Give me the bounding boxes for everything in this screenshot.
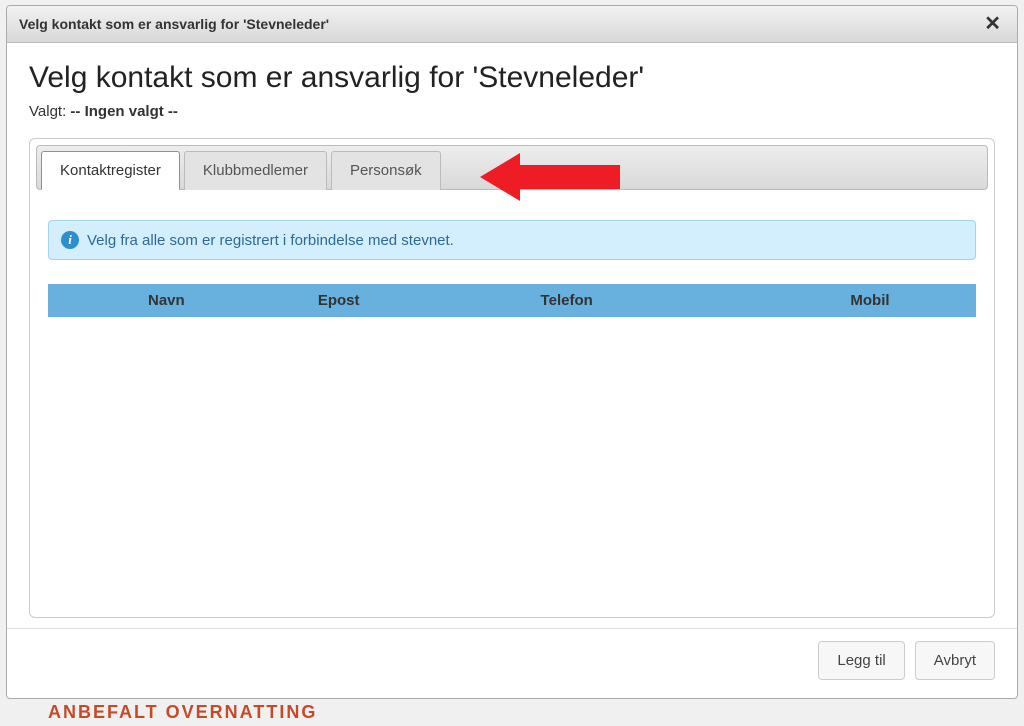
- selected-value: -- Ingen valgt --: [70, 103, 178, 120]
- tabs-nav: Kontaktregister Klubbmedlemer Personsøk: [36, 145, 988, 190]
- info-text: Velg fra alle som er registrert i forbin…: [87, 232, 454, 249]
- dialog-title: Velg kontakt som er ansvarlig for 'Stevn…: [19, 16, 329, 32]
- tab-kontaktregister[interactable]: Kontaktregister: [41, 151, 180, 190]
- col-navn[interactable]: Navn: [48, 284, 308, 317]
- table-header-row: Navn Epost Telefon Mobil: [48, 284, 976, 317]
- cancel-button[interactable]: Avbryt: [915, 641, 995, 680]
- empty-table-area: [48, 317, 976, 597]
- col-mobil[interactable]: Mobil: [790, 284, 976, 317]
- col-epost[interactable]: Epost: [308, 284, 531, 317]
- tabs-container: Kontaktregister Klubbmedlemer Personsøk …: [29, 138, 995, 618]
- info-icon: i: [61, 231, 79, 249]
- selected-line: Valgt: -- Ingen valgt --: [29, 103, 995, 120]
- tab-personsok[interactable]: Personsøk: [331, 151, 441, 190]
- dialog-titlebar: Velg kontakt som er ansvarlig for 'Stevn…: [7, 6, 1017, 43]
- tab-content: i Velg fra alle som er registrert i forb…: [36, 220, 988, 607]
- dialog-footer: Legg til Avbryt: [7, 628, 1017, 698]
- dialog-body: Velg kontakt som er ansvarlig for 'Stevn…: [7, 43, 1017, 628]
- page-heading: Velg kontakt som er ansvarlig for 'Stevn…: [29, 61, 995, 95]
- add-button[interactable]: Legg til: [818, 641, 904, 680]
- tab-klubbmedlemer[interactable]: Klubbmedlemer: [184, 151, 327, 190]
- col-telefon[interactable]: Telefon: [531, 284, 791, 317]
- contact-select-dialog: Velg kontakt som er ansvarlig for 'Stevn…: [6, 5, 1018, 699]
- info-box: i Velg fra alle som er registrert i forb…: [48, 220, 976, 260]
- selected-label: Valgt:: [29, 103, 70, 120]
- contacts-table: Navn Epost Telefon Mobil: [48, 284, 976, 597]
- close-icon[interactable]: ✕: [980, 14, 1005, 34]
- background-partial-text: ANBEFALT OVERNATTING: [48, 702, 317, 723]
